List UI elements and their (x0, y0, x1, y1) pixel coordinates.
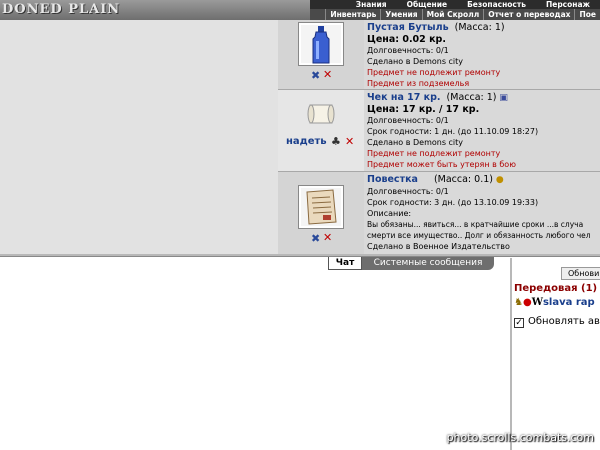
item-description-line: Вы обязаны... явиться... в кратчайшие ср… (367, 220, 584, 229)
drop-icon[interactable]: ♣ (331, 135, 341, 148)
item-note-no-repair: Предмет не подлежит ремонту (367, 149, 501, 158)
user-row[interactable]: ♞●Wslava rap (514, 297, 595, 308)
auto-refresh-row: ✓ Обновлять авт (514, 316, 600, 328)
item-info: Чек на 17 кр. (Масса: 1) ▣ Цена: 17 кр. /… (367, 92, 600, 170)
clan-icon: ♞ (514, 297, 523, 308)
wear-link[interactable]: надеть (286, 136, 327, 147)
online-users-panel: Обнови Передовая (1) ♞●Wslava rap ✓ Обнов… (510, 258, 600, 450)
summons-image[interactable] (298, 185, 344, 229)
user-name[interactable]: slava rap (543, 297, 595, 308)
menu-character[interactable]: Персонаж (536, 0, 600, 9)
menu-knowledge[interactable]: Знания (346, 0, 397, 9)
chat-area[interactable] (0, 258, 510, 450)
inventory-item-bottle: ✖ ✕ Пустая Бутыль (Масса: 1) Цена: 0.02 к… (278, 20, 600, 89)
item-note-no-repair: Предмет не подлежит ремонту (367, 68, 501, 77)
tab-chat[interactable]: Чат (328, 257, 362, 270)
settings-icon[interactable]: ✖ (311, 69, 320, 82)
alignment-icon: ● (522, 297, 532, 308)
top-header: DONED PLAIN Знания Общение Безопасность … (0, 0, 600, 20)
item-made-in: Сделано в Военное Издательство (367, 242, 510, 251)
inventory-item-check: надеть ♣ ✕ Чек на 17 кр. (Масса: 1) ▣ Цен… (278, 89, 600, 171)
item-note-loss: Предмет может быть утерян в бою (367, 160, 516, 169)
item-image-cell: ✖ ✕ (278, 20, 364, 89)
item-durability: Долговечность: 0/1 (367, 187, 449, 196)
room-title: Передовая (1) (514, 283, 598, 294)
item-price: Цена: 0.02 кр. (367, 34, 446, 45)
bottle-image[interactable] (298, 22, 344, 66)
item-name[interactable]: Повестка (367, 174, 418, 185)
gift-icon: ▣ (499, 93, 508, 103)
item-expiry: Срок годности: 3 дн. (до 13.10.09 19:33) (367, 198, 539, 207)
delete-icon[interactable]: ✕ (323, 68, 332, 81)
tab-system-messages[interactable]: Системные сообщения (362, 257, 494, 270)
item-made-in: Сделано в Demons city (367, 57, 464, 66)
left-panel (0, 20, 278, 254)
submenu-transfer-report[interactable]: Отчет о переводах (483, 9, 574, 20)
top-menu: Знания Общение Безопасность Персонаж (310, 0, 600, 9)
sub-menu: Инвентарь Умения Мой Скролл Отчет о пере… (310, 9, 600, 20)
badge-icon: ● (495, 175, 504, 185)
rank-icon: W (531, 297, 543, 308)
item-name[interactable]: Чек на 17 кр. (367, 92, 441, 103)
inventory-list: ✖ ✕ Пустая Бутыль (Масса: 1) Цена: 0.02 к… (278, 20, 600, 254)
settings-icon[interactable]: ✖ (311, 232, 320, 245)
auto-refresh-checkbox[interactable]: ✓ (514, 318, 524, 328)
game-logo: DONED PLAIN (0, 0, 310, 20)
menu-security[interactable]: Безопасность (457, 0, 536, 9)
item-expiry: Срок годности: 1 дн. (до 11.10.09 18:27) (367, 127, 539, 136)
submenu-more[interactable]: Пое (574, 9, 600, 20)
frame-divider[interactable] (0, 254, 600, 257)
item-description-label: Описание: (367, 209, 412, 218)
submenu-my-scroll[interactable]: Мой Скролл (421, 9, 484, 20)
item-info: Повестка (Масса: 0.1) ● Долговечность: 0/… (367, 174, 600, 252)
submenu-skills[interactable]: Умения (380, 9, 421, 20)
delete-icon[interactable]: ✕ (345, 135, 354, 148)
menu-communication[interactable]: Общение (397, 0, 458, 9)
item-image-cell: надеть ♣ ✕ (278, 90, 364, 171)
submenu-inventory[interactable]: Инвентарь (325, 9, 380, 20)
item-note-dungeon: Предмет из подземелья (367, 79, 470, 88)
item-description-line: смерти все имущество.. Долг и обязанност… (367, 231, 591, 240)
item-durability: Долговечность: 0/1 (367, 46, 449, 55)
watermark: photo.scrolls.combats.com (446, 431, 594, 444)
check-scroll-image[interactable] (304, 100, 338, 130)
item-price: Цена: 17 кр. / 17 кр. (367, 104, 480, 115)
item-mass: (Масса: 1) (446, 92, 497, 103)
delete-icon[interactable]: ✕ (323, 231, 332, 244)
item-image-cell: ✖ ✕ (278, 172, 364, 254)
item-name[interactable]: Пустая Бутыль (367, 22, 449, 33)
refresh-button[interactable]: Обнови (561, 267, 600, 280)
item-mass: (Масса: 1) (454, 22, 505, 33)
item-durability: Долговечность: 0/1 (367, 116, 449, 125)
item-info: Пустая Бутыль (Масса: 1) Цена: 0.02 кр. Д… (367, 22, 600, 89)
item-mass: (Масса: 0.1) (433, 174, 493, 185)
auto-refresh-label: Обновлять авт (528, 316, 600, 327)
item-made-in: Сделано в Demons city (367, 138, 464, 147)
inventory-item-summons: ✖ ✕ Повестка (Масса: 0.1) ● Долговечность… (278, 171, 600, 254)
